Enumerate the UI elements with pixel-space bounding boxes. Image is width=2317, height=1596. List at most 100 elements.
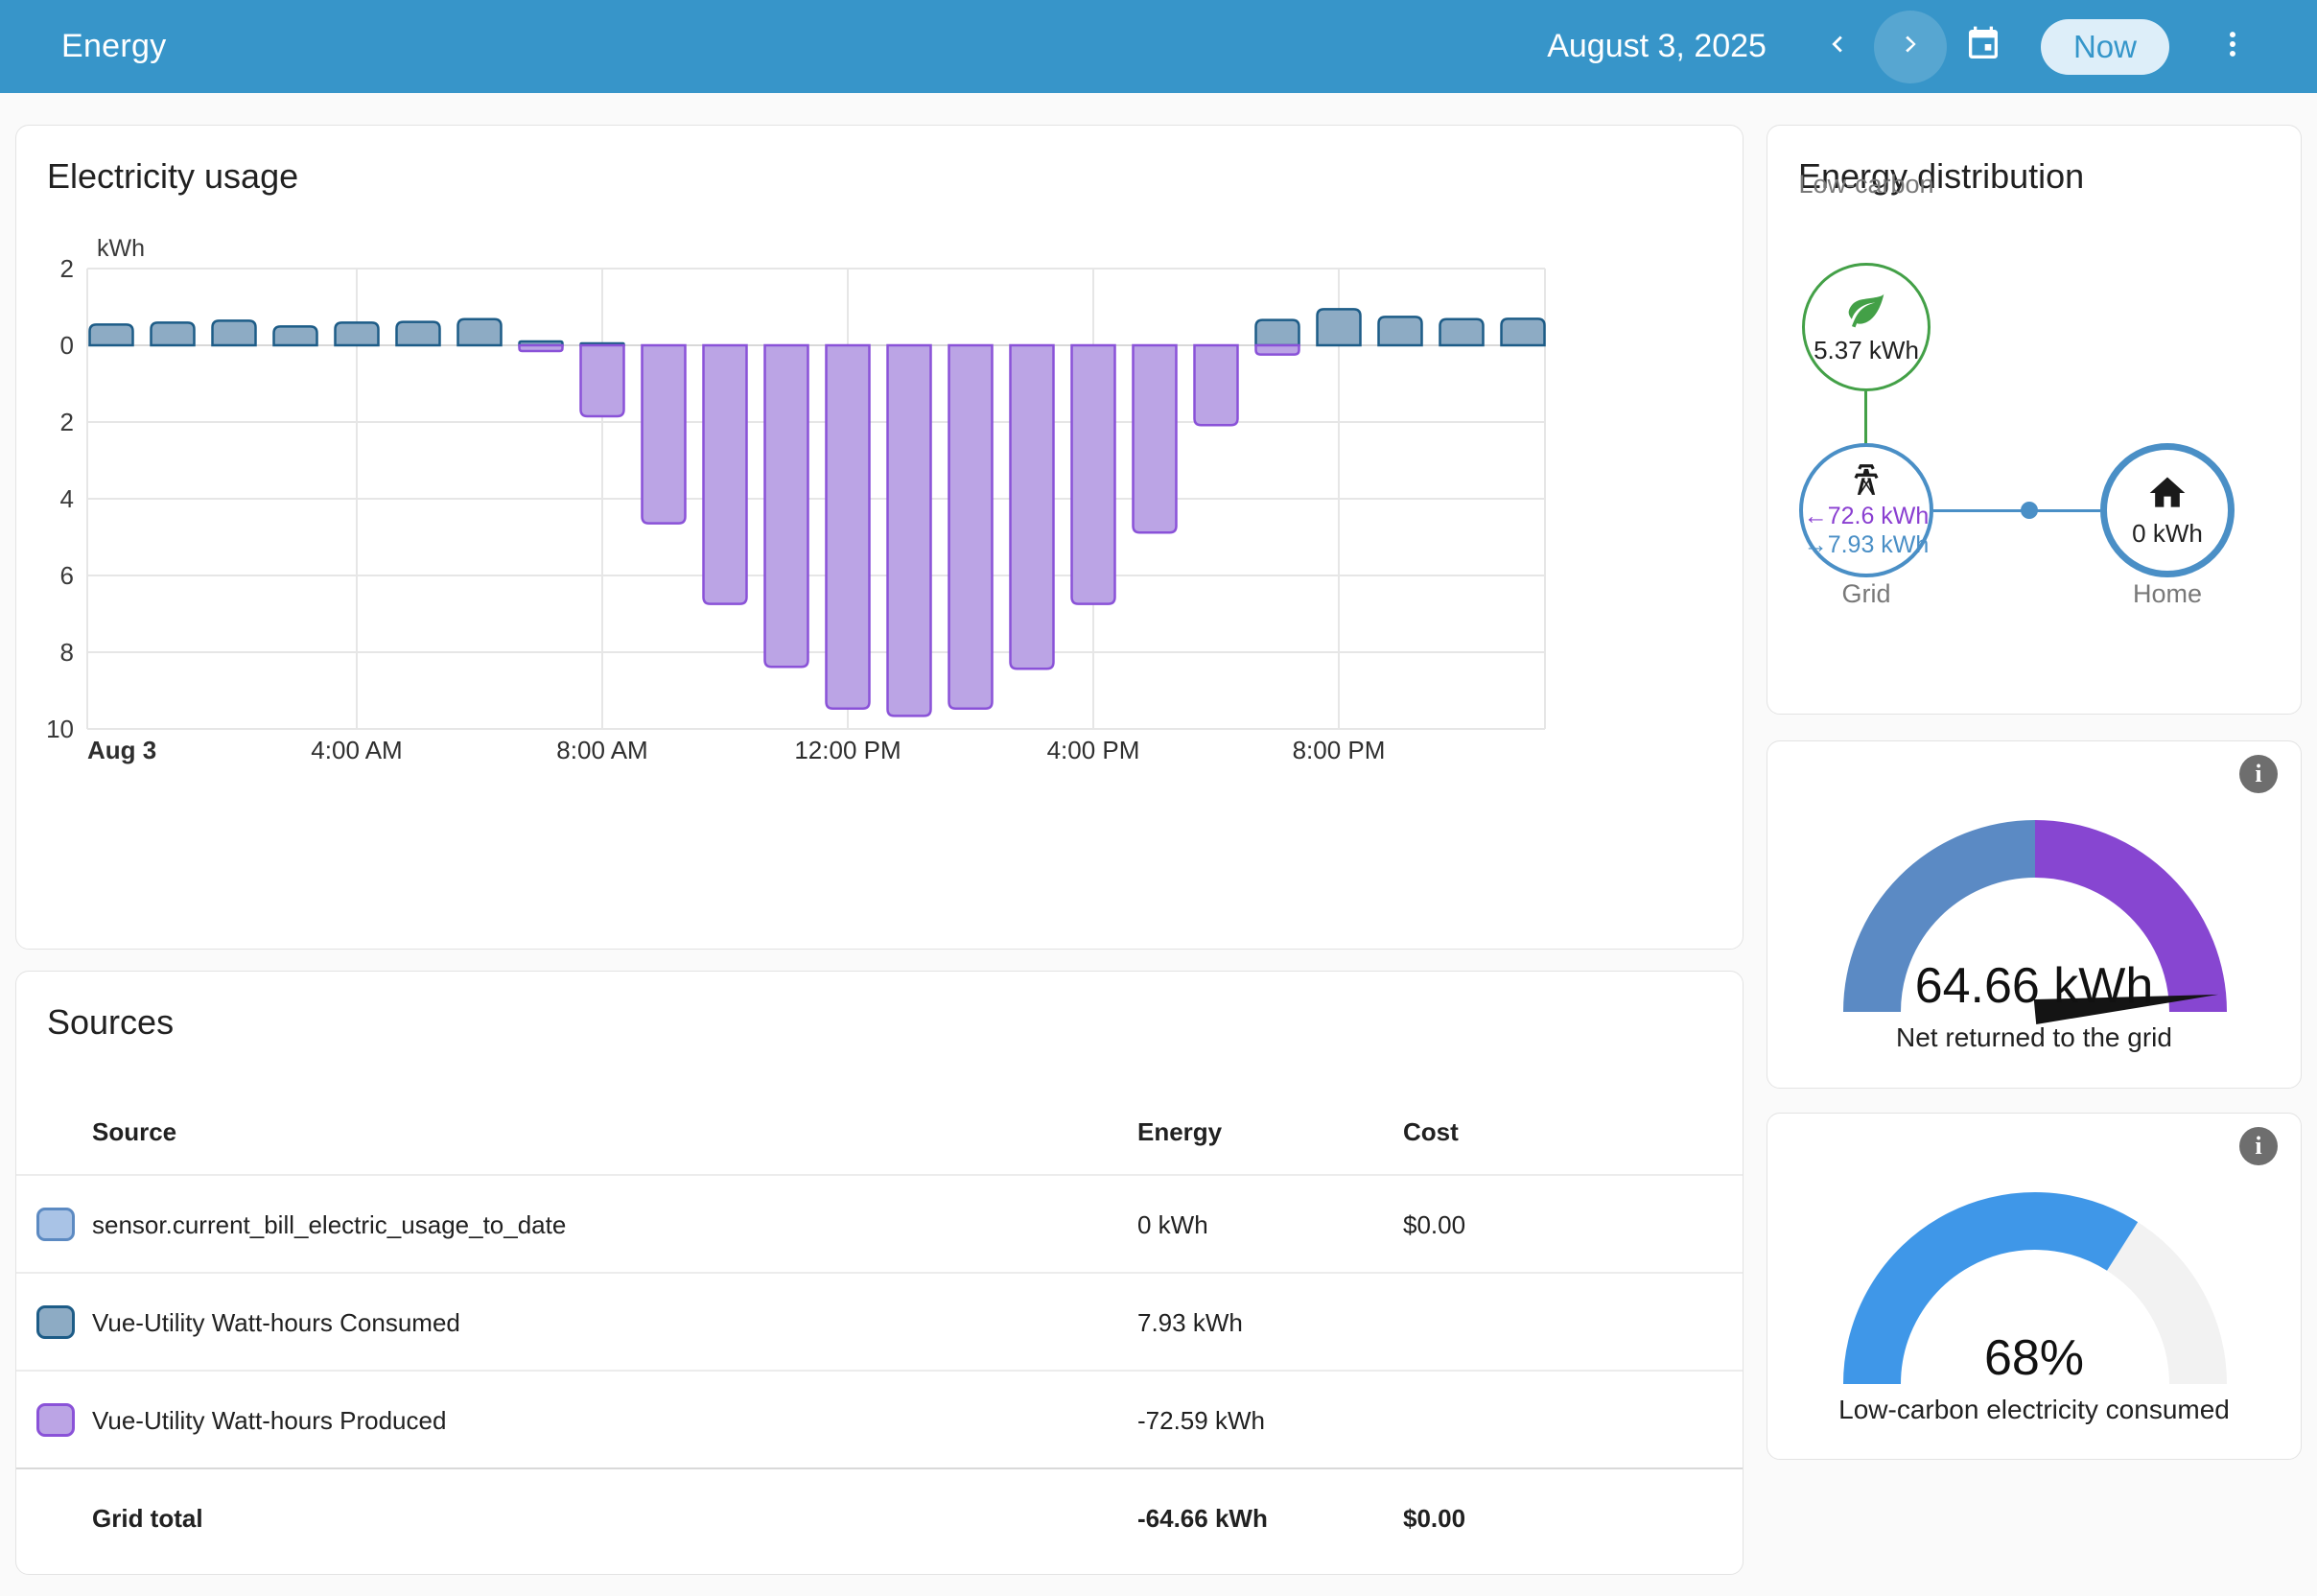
energy-distribution-card: Energy distribution Low-carbon 5.37 kWh … xyxy=(1767,125,2302,715)
usage-bar-produced[interactable] xyxy=(1072,345,1115,604)
source-color-swatch xyxy=(36,1403,75,1437)
sources-card-title: Sources xyxy=(47,1002,174,1043)
calendar-icon xyxy=(1964,25,2002,68)
page-title: Energy xyxy=(61,28,167,65)
now-button-label: Now xyxy=(2073,29,2137,65)
chevron-left-icon xyxy=(1821,28,1854,65)
net-returned-value: 64.66 kWh xyxy=(1767,957,2301,1015)
overflow-menu-button[interactable] xyxy=(2196,11,2269,83)
usage-bar-produced[interactable] xyxy=(765,345,808,667)
usage-bar-consumed[interactable] xyxy=(336,322,379,345)
svg-text:kWh: kWh xyxy=(97,235,145,262)
usage-bar-produced[interactable] xyxy=(704,345,747,604)
date-picker-button[interactable] xyxy=(1947,11,2020,83)
usage-bar-consumed[interactable] xyxy=(1502,318,1545,345)
grid-node[interactable]: ←72.6 kWh →7.93 kWh xyxy=(1799,443,1933,577)
info-icon[interactable]: i xyxy=(2239,1127,2278,1165)
transmission-tower-icon xyxy=(1848,461,1884,503)
usage-bar-produced[interactable] xyxy=(827,345,870,709)
home-node[interactable]: 0 kWh xyxy=(2100,443,2235,577)
usage-bar-produced[interactable] xyxy=(643,345,686,524)
svg-text:4: 4 xyxy=(60,484,74,513)
usage-bar-consumed[interactable] xyxy=(1379,317,1422,345)
chevron-right-icon xyxy=(1894,28,1927,65)
usage-bar-produced[interactable] xyxy=(1134,345,1177,532)
source-name: Vue-Utility Watt-hours Consumed xyxy=(92,1308,460,1338)
info-icon[interactable]: i xyxy=(2239,755,2278,793)
usage-bar-produced[interactable] xyxy=(581,345,624,416)
usage-bar-consumed[interactable] xyxy=(152,322,195,345)
grid-to-home-line xyxy=(1933,509,2100,512)
source-energy: 0 kWh xyxy=(1137,1210,1208,1240)
source-name: Vue-Utility Watt-hours Produced xyxy=(92,1406,446,1436)
svg-text:Aug 3: Aug 3 xyxy=(87,736,156,764)
source-row[interactable]: Vue-Utility Watt-hours Produced -72.59 kW… xyxy=(16,1370,1743,1467)
low-carbon-label: Low-carbon xyxy=(1798,170,1933,200)
electricity-usage-chart[interactable]: 2 0 2 4 6 8 10 kWh Aug 3 4:00 AM 8:00 AM 12:00 PM 4:… xyxy=(16,126,1744,951)
next-period-button[interactable] xyxy=(1874,11,1947,83)
usage-bar-consumed[interactable] xyxy=(274,326,317,345)
usage-bar-consumed[interactable] xyxy=(1256,320,1299,345)
usage-bar-consumed[interactable] xyxy=(1440,319,1484,345)
usage-bar-consumed[interactable] xyxy=(213,320,256,345)
column-header-cost: Cost xyxy=(1403,1117,1459,1147)
svg-text:2: 2 xyxy=(60,254,74,283)
source-row[interactable]: Vue-Utility Watt-hours Consumed 7.93 kWh xyxy=(16,1272,1743,1370)
usage-bar-consumed[interactable] xyxy=(1318,309,1361,345)
low-carbon-node[interactable]: 5.37 kWh xyxy=(1802,263,1931,391)
svg-text:6: 6 xyxy=(60,561,74,590)
source-row[interactable]: sensor.current_bill_electric_usage_to_da… xyxy=(16,1174,1743,1272)
electricity-usage-card: Electricity usage 20246810kWhAug 34:00 A… xyxy=(15,125,1744,950)
svg-text:10: 10 xyxy=(46,715,74,743)
grid-label: Grid xyxy=(1841,579,1890,609)
svg-text:12:00 PM: 12:00 PM xyxy=(794,736,901,764)
usage-bar-produced[interactable] xyxy=(520,345,563,351)
svg-text:8:00 AM: 8:00 AM xyxy=(556,736,647,764)
previous-period-button[interactable] xyxy=(1801,11,1874,83)
grid-return-value: ←72.6 kWh xyxy=(1804,503,1930,531)
svg-text:8:00 PM: 8:00 PM xyxy=(1293,736,1386,764)
svg-text:2: 2 xyxy=(60,408,74,436)
low-carbon-value: 5.37 kWh xyxy=(1814,336,1919,365)
energy-flow-dot xyxy=(2021,502,2038,519)
sources-table-body: sensor.current_bill_electric_usage_to_da… xyxy=(16,1174,1743,1575)
net-returned-label: Net returned to the grid xyxy=(1767,1022,2301,1053)
leaf-icon xyxy=(1845,289,1887,336)
svg-text:4:00 PM: 4:00 PM xyxy=(1047,736,1140,764)
source-cost: $0.00 xyxy=(1403,1210,1465,1240)
usage-bar-produced[interactable] xyxy=(888,345,931,716)
sources-table-header: Source Energy Cost xyxy=(16,1104,1743,1174)
low-carbon-gauge-label: Low-carbon electricity consumed xyxy=(1767,1395,2301,1425)
usage-bar-produced[interactable] xyxy=(1195,345,1238,425)
home-value: 0 kWh xyxy=(2132,519,2203,549)
sources-card: Sources Source Energy Cost sensor.curren… xyxy=(15,971,1744,1575)
svg-text:4:00 AM: 4:00 AM xyxy=(311,736,402,764)
usage-bar-produced[interactable] xyxy=(1011,345,1054,669)
home-icon xyxy=(2146,472,2188,519)
source-energy: -72.59 kWh xyxy=(1137,1406,1265,1436)
home-label: Home xyxy=(2133,579,2202,609)
app-header: Energy August 3, 2025 xyxy=(0,0,2317,93)
column-header-source: Source xyxy=(92,1117,176,1147)
low-carbon-gauge-value: 68% xyxy=(1767,1329,2301,1387)
usage-bar-consumed[interactable] xyxy=(397,322,440,345)
grid-total-row[interactable]: Grid total-64.66 kWh$0.00 xyxy=(16,1467,1743,1575)
svg-text:8: 8 xyxy=(60,638,74,667)
now-button[interactable]: Now xyxy=(2041,19,2169,75)
source-energy: 7.93 kWh xyxy=(1137,1308,1243,1338)
usage-bar-consumed[interactable] xyxy=(458,319,502,345)
source-name: sensor.current_bill_electric_usage_to_da… xyxy=(92,1210,566,1240)
source-energy: -64.66 kWh xyxy=(1137,1504,1268,1534)
low-carbon-to-grid-line xyxy=(1864,391,1867,445)
svg-text:0: 0 xyxy=(60,331,74,360)
low-carbon-gauge-card: i 68% Low-carbon electricity consumed xyxy=(1767,1113,2302,1460)
usage-bar-produced[interactable] xyxy=(949,345,993,709)
usage-bar-consumed[interactable] xyxy=(90,324,133,345)
dots-vertical-icon xyxy=(2216,28,2249,65)
column-header-energy: Energy xyxy=(1137,1117,1222,1147)
header-toolbar: August 3, 2025 Now xyxy=(1547,11,2269,83)
source-color-swatch xyxy=(36,1208,75,1241)
date-range-label: August 3, 2025 xyxy=(1547,28,1767,65)
usage-bar-produced[interactable] xyxy=(1256,345,1299,355)
source-cost: $0.00 xyxy=(1403,1504,1465,1534)
